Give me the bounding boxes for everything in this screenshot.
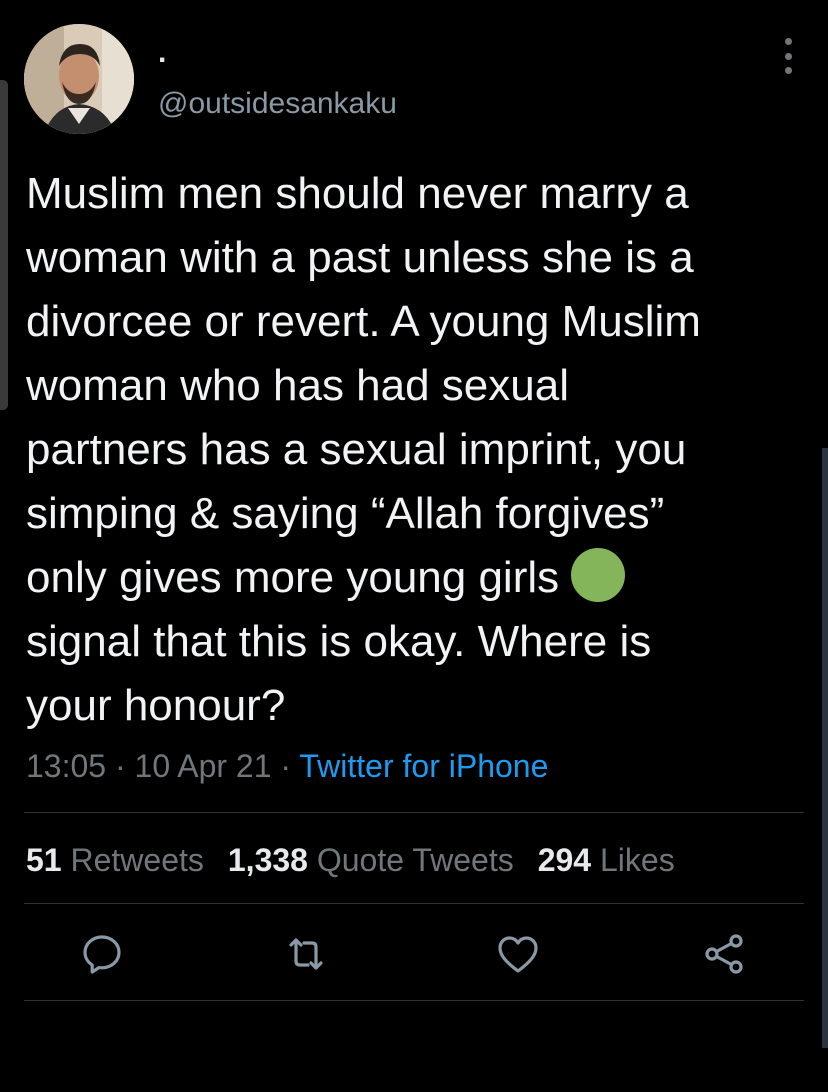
tweet-line: woman who has had sexual xyxy=(26,361,569,410)
share-button[interactable] xyxy=(700,930,748,978)
tweet-line: partners has a sexual imprint, you xyxy=(26,425,687,474)
left-edge-handle xyxy=(0,80,8,410)
right-scroll-indicator xyxy=(822,448,828,1048)
tweet-time: 13:05 xyxy=(26,748,107,784)
more-dot xyxy=(784,52,792,60)
retweets-label: Retweets xyxy=(70,842,204,878)
tweet-line: Muslim men should never marry a xyxy=(26,169,689,218)
quote-tweets-label: Quote Tweets xyxy=(316,842,514,878)
likes-stat[interactable]: 294 Likes xyxy=(538,842,675,878)
display-name[interactable]: . xyxy=(158,38,166,68)
avatar-image xyxy=(24,24,134,134)
divider xyxy=(24,1000,804,1001)
tweet-line: your honour? xyxy=(26,681,286,730)
more-options-icon[interactable] xyxy=(772,38,804,74)
tweet-line: signal that this is okay. Where is xyxy=(26,617,652,666)
meta-separator: · xyxy=(280,748,292,784)
tweet-metadata: 13:05 · 10 Apr 21 · Twitter for iPhone xyxy=(26,746,548,786)
likes-label: Likes xyxy=(599,842,675,878)
retweet-icon xyxy=(289,938,323,970)
retweet-button[interactable] xyxy=(282,930,330,978)
tweet-line: divorcee or revert. A young Muslim xyxy=(26,297,701,346)
quote-tweets-count: 1,338 xyxy=(227,842,308,878)
more-dot xyxy=(784,67,792,74)
retweets-count: 51 xyxy=(26,842,62,878)
like-button[interactable] xyxy=(494,930,542,978)
reply-icon xyxy=(83,935,121,974)
tweet-line: only gives more young girls xyxy=(26,553,560,602)
divider xyxy=(24,812,804,813)
user-handle[interactable]: @outsidesankaku xyxy=(158,86,397,122)
tweet-line: simping & saying “Allah forgives” xyxy=(26,489,665,538)
divider xyxy=(24,903,804,904)
avatar[interactable] xyxy=(24,24,134,134)
tweet-line-with-emoji: only gives more young girls xyxy=(26,546,816,610)
tweet-line: woman with a past unless she is a xyxy=(26,233,694,282)
quote-tweets-stat[interactable]: 1,338 Quote Tweets xyxy=(228,842,514,878)
tweet-date: 10 Apr 21 xyxy=(134,748,272,784)
green-circle-emoji-icon xyxy=(571,548,626,602)
retweets-stat[interactable]: 51 Retweets xyxy=(26,842,204,878)
tweet-text: Muslim men should never marry a woman wi… xyxy=(26,162,816,738)
tweet-source-link[interactable]: Twitter for iPhone xyxy=(299,748,548,784)
heart-icon xyxy=(498,936,538,973)
meta-separator: · xyxy=(114,748,126,784)
likes-count: 294 xyxy=(537,842,592,878)
more-dot xyxy=(784,38,792,45)
engagement-stats: 51 Retweets 1,338 Quote Tweets 294 Likes xyxy=(26,838,675,882)
reply-button[interactable] xyxy=(78,930,126,978)
share-icon xyxy=(705,934,743,974)
